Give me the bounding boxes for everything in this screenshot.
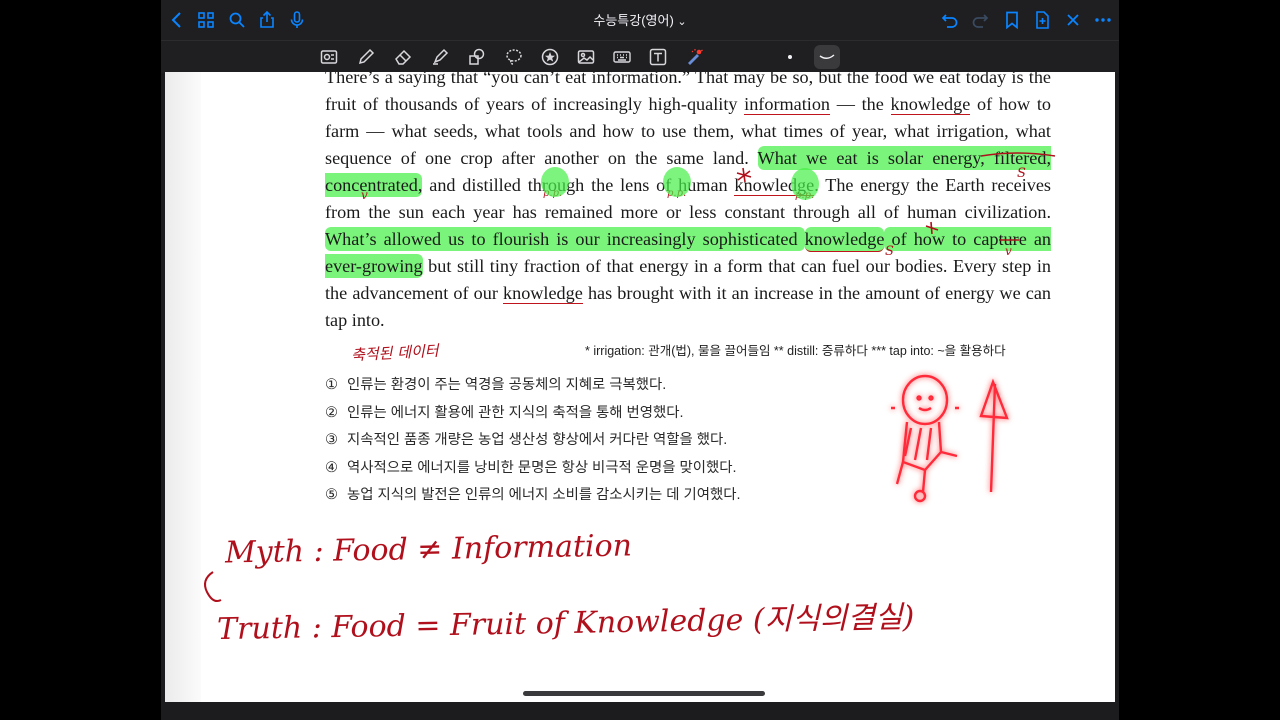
redo-icon[interactable] — [968, 9, 992, 31]
scroll-indicator[interactable] — [523, 691, 765, 696]
footnote: * irrigation: 관개(법), 물을 끌어들임 ** distill:… — [585, 344, 1006, 358]
choice-number: ④ — [325, 459, 338, 476]
underlined-word: knowledge — [804, 227, 885, 252]
chevron-down-icon: ⌄ — [677, 16, 687, 28]
choice-text: 농업 지식의 발전은 인류의 에너지 소비를 감소시키는 데 기여했다. — [347, 487, 741, 503]
choice-number: ① — [325, 377, 338, 393]
highlighted-sentence: What’s allowed us to flourish is our inc… — [325, 227, 805, 251]
tool-bar — [161, 40, 1119, 73]
top-bar: 수능특강(영어) ⌄ — [161, 0, 1119, 40]
highlighter-tool-icon[interactable] — [427, 45, 453, 69]
passage-paragraph: There’s a saying that “you can’t eat inf… — [325, 72, 1052, 334]
choice-text: 인류는 환경이 주는 역경을 공동체의 지혜로 극복했다. — [347, 377, 667, 393]
choice-text: 지속적인 품종 개량은 농업 생산성 향상에서 커다란 역할을 했다. — [347, 432, 728, 448]
text-tool-icon[interactable] — [645, 45, 671, 69]
close-icon[interactable] — [1061, 9, 1085, 31]
handwritten-verb-mark: v — [1005, 244, 1012, 258]
laser-pointer-icon[interactable] — [681, 45, 707, 69]
handwritten-myth-line: Myth : Food ≠ Information — [224, 528, 633, 571]
bracket-arrow-icon — [204, 571, 222, 602]
choice-number: ⑤ — [325, 487, 338, 503]
pen-tool-icon[interactable] — [353, 45, 379, 69]
handwritten-subject-mark: S — [1017, 166, 1026, 181]
choice-text: 역사적으로 에너지를 낭비한 문명은 항상 비극적 운명을 맞이했다. — [347, 459, 737, 476]
more-icon[interactable] — [1091, 9, 1115, 31]
bookmark-icon[interactable] — [1000, 9, 1024, 31]
passage-text: and distilled through the lens of human — [422, 175, 735, 195]
choice-item[interactable]: ⑤ 농업 지식의 발전은 인류의 에너지 소비를 감소시키는 데 기여했다. — [325, 482, 740, 510]
handwritten-verb-mark: v — [361, 188, 368, 202]
choice-number: ② — [325, 404, 338, 421]
eraser-tool-icon[interactable] — [390, 45, 416, 69]
underlined-word: knowledge — [503, 283, 583, 304]
choice-item[interactable]: ③ 지속적인 품종 개량은 농업 생산성 향상에서 커다란 역할을 했다. — [325, 427, 740, 455]
choice-item[interactable]: ② 인류는 에너지 활용에 관한 지식의 축적을 통해 번영했다. — [325, 400, 740, 428]
document-title-text: 수능특강(영어) — [593, 13, 674, 28]
undo-icon[interactable] — [938, 9, 962, 31]
underlined-word: information — [744, 94, 831, 115]
notes-app: 수능특강(영어) ⌄ There’s a saying that “you ca… — [161, 0, 1119, 720]
answer-choices: ① 인류는 환경이 주는 역경을 공동체의 지혜로 극복했다. ② 인류는 에너지 … — [325, 372, 740, 510]
choice-text: 인류는 에너지 활용에 관한 지식의 축적을 통해 번영했다. — [347, 404, 684, 421]
image-tool-icon[interactable] — [573, 45, 599, 69]
handwritten-pp-label: p.p. — [667, 188, 687, 199]
choice-number: ③ — [325, 432, 338, 448]
underlined-word: knowledge — [890, 94, 971, 115]
lasso-tool-icon[interactable] — [501, 45, 527, 69]
handwritten-subject-mark: S — [885, 244, 894, 259]
choice-item[interactable]: ④ 역사적으로 에너지를 낭비한 문명은 항상 비극적 운명을 맞이했다. — [325, 455, 740, 483]
page-binding-shade — [165, 72, 201, 702]
choice-item[interactable]: ① 인류는 환경이 주는 역경을 공동체의 지혜로 극복했다. — [325, 372, 740, 400]
passage-text: — the — [830, 94, 891, 114]
shape-tool-icon[interactable] — [464, 45, 490, 69]
keyboard-tool-icon[interactable] — [609, 45, 635, 69]
elements-tool-icon[interactable] — [537, 45, 563, 69]
stroke-curve-icon[interactable] — [814, 45, 840, 69]
handwritten-note-data: 축적된 데이터 — [350, 341, 440, 365]
document-page[interactable]: There’s a saying that “you can’t eat inf… — [165, 72, 1115, 702]
handwritten-pp-label: p.p. — [543, 188, 563, 199]
handwritten-truth-line: Truth : Food = Fruit of Knowledge (지식의결실… — [216, 599, 915, 648]
stroke-dot-icon[interactable] — [777, 45, 803, 69]
neon-doodle-icon — [891, 374, 1009, 503]
handwritten-pp-label: p.p. — [795, 190, 815, 201]
read-mode-icon[interactable] — [316, 45, 342, 69]
reading-passage: There’s a saying that “you can’t eat inf… — [325, 72, 1052, 334]
add-page-icon[interactable] — [1030, 9, 1054, 31]
